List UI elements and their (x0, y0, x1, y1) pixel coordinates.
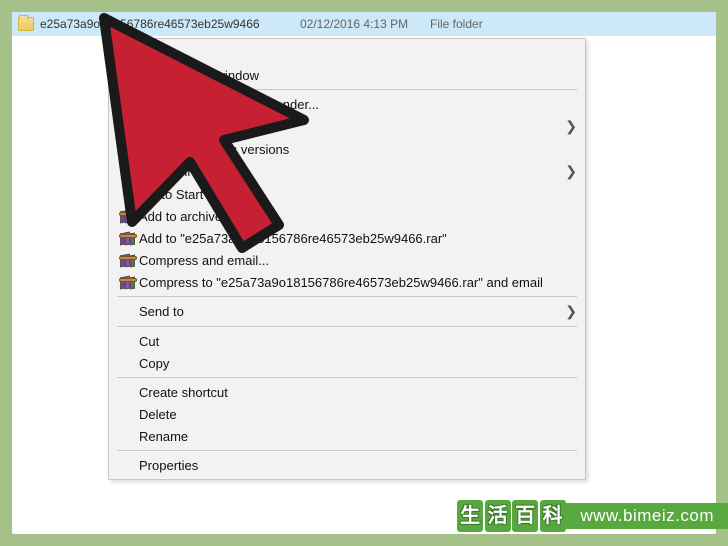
context-menu: Open Open in new window Scan with Windows … (108, 38, 586, 480)
explorer-window: e25a73a9o18156786re46573eb25w9466 02/12/… (12, 12, 716, 534)
menu-item[interactable]: Copy (109, 352, 585, 374)
menu-item-label: Copy (139, 356, 563, 371)
watermark-brand: 生活百科 (456, 492, 566, 540)
file-row-selected[interactable]: e25a73a9o18156786re46573eb25w9466 02/12/… (12, 12, 716, 36)
watermark-url: www.bimeiz.com (566, 503, 728, 529)
watermark-char: 科 (540, 500, 566, 532)
menu-separator (117, 377, 577, 378)
menu-item[interactable]: Pin to Start (109, 183, 585, 205)
menu-item-label: Compress and email... (139, 253, 563, 268)
chevron-right-icon: ❯ (563, 118, 577, 135)
menu-item[interactable]: Create shortcut (109, 381, 585, 403)
menu-item[interactable]: Open in new window (109, 64, 585, 86)
menu-item[interactable]: Add to "e25a73a9o18156786re46573eb25w946… (109, 227, 585, 249)
menu-item-label: Include in library (139, 164, 563, 179)
menu-separator (117, 89, 577, 90)
menu-item[interactable]: Rename (109, 425, 585, 447)
menu-separator (117, 326, 577, 327)
winrar-icon (117, 231, 139, 245)
file-date: 02/12/2016 4:13 PM (300, 17, 430, 31)
menu-item-label: Cut (139, 334, 563, 349)
chevron-right-icon: ❯ (563, 303, 577, 320)
menu-separator (117, 450, 577, 451)
watermark: 生活百科 www.bimeiz.com (456, 492, 728, 540)
menu-item-label: Delete (139, 407, 563, 422)
menu-item-label: Properties (139, 458, 563, 473)
menu-item-label: Share with (139, 119, 563, 134)
menu-separator (117, 296, 577, 297)
folder-icon (18, 17, 34, 31)
file-type: File folder (430, 17, 483, 31)
menu-item[interactable]: Restore previous versions (109, 138, 585, 160)
defender-shield-icon (117, 96, 139, 112)
watermark-char: 百 (512, 500, 538, 532)
winrar-icon (117, 275, 139, 289)
menu-item[interactable]: Cut (109, 330, 585, 352)
menu-item[interactable]: Include in library❯ (109, 160, 585, 183)
winrar-icon (117, 209, 139, 223)
chevron-right-icon: ❯ (563, 163, 577, 180)
menu-item-label: Open in new window (139, 68, 563, 83)
menu-item[interactable]: Share with❯ (109, 115, 585, 138)
watermark-char: 生 (457, 500, 483, 532)
menu-item-label: Add to archive... (139, 209, 563, 224)
menu-item-label: Pin to Start (139, 187, 563, 202)
menu-item[interactable]: Compress and email... (109, 249, 585, 271)
menu-item-label: Add to "e25a73a9o18156786re46573eb25w946… (139, 231, 563, 246)
menu-item-label: Create shortcut (139, 385, 563, 400)
file-name: e25a73a9o18156786re46573eb25w9466 (40, 17, 300, 31)
watermark-char: 活 (485, 500, 511, 532)
menu-item-label: Restore previous versions (139, 142, 563, 157)
menu-item-label: Send to (139, 304, 563, 319)
menu-item-label: Open (139, 46, 563, 61)
menu-item[interactable]: Send to❯ (109, 300, 585, 323)
menu-item[interactable]: Open (109, 42, 585, 64)
menu-item-label: Scan with Windows Defender... (139, 97, 563, 112)
menu-item[interactable]: Compress to "e25a73a9o18156786re46573eb2… (109, 271, 585, 293)
menu-item-label: Compress to "e25a73a9o18156786re46573eb2… (139, 275, 563, 290)
menu-item[interactable]: Add to archive... (109, 205, 585, 227)
menu-item-label: Rename (139, 429, 563, 444)
menu-item[interactable]: Delete (109, 403, 585, 425)
menu-item[interactable]: Properties (109, 454, 585, 476)
menu-item[interactable]: Scan with Windows Defender... (109, 93, 585, 115)
winrar-icon (117, 253, 139, 267)
